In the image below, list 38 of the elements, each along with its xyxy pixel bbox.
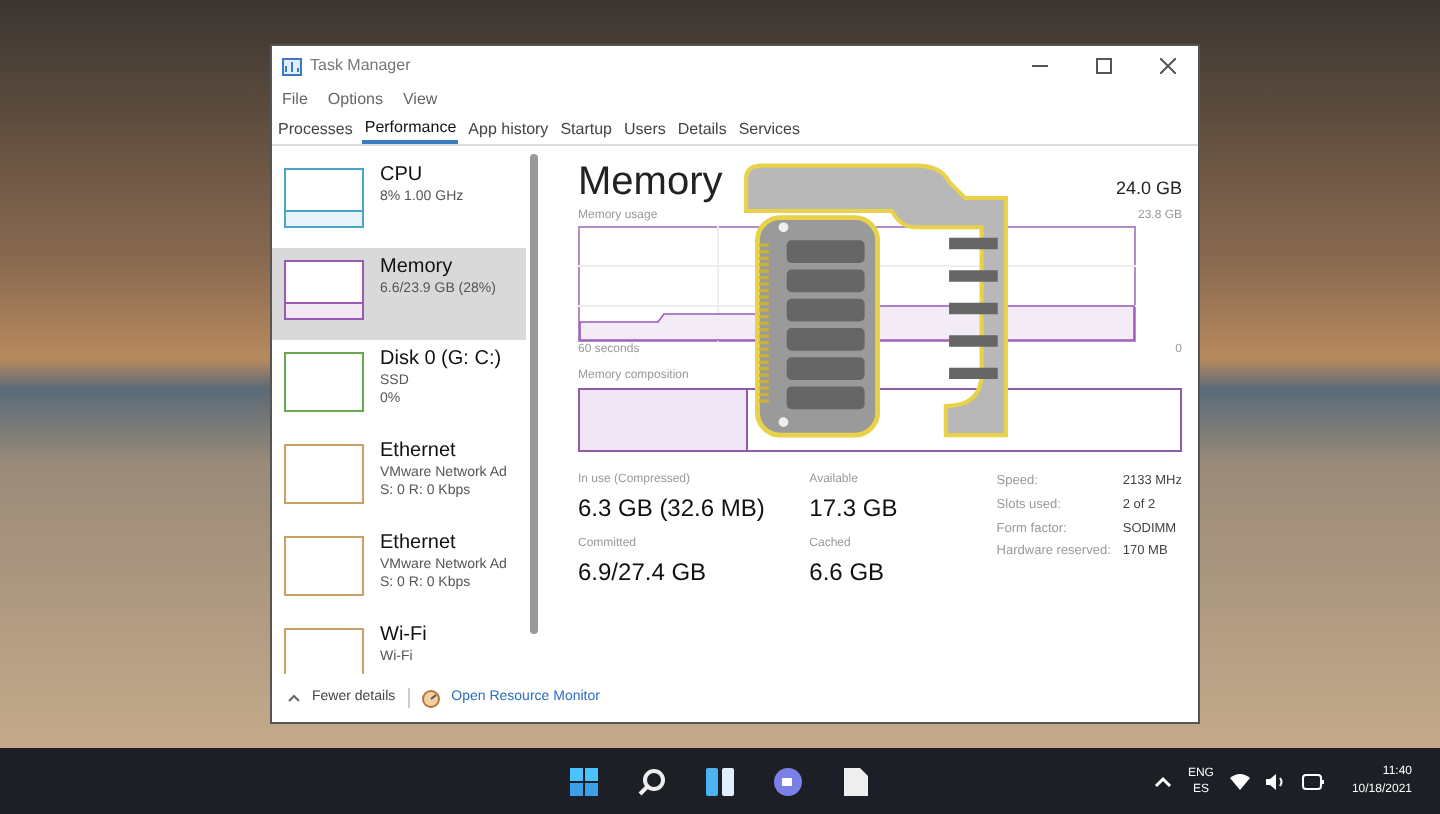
item-title: Disk 0 (G: C:) — [380, 348, 502, 372]
window-title: Task Manager — [310, 54, 411, 78]
speaker-icon[interactable] — [1265, 773, 1286, 789]
tab[interactable]: Performance — [362, 115, 459, 143]
stat-value: 6.9/27.4 GB — [578, 558, 709, 588]
item-title: CPU — [380, 164, 425, 188]
menu-item[interactable]: View — [402, 88, 438, 112]
stat-value: 17.3 GB — [809, 494, 900, 524]
tab[interactable]: Processes — [276, 117, 355, 141]
tab[interactable]: Services — [736, 117, 803, 141]
menu-item[interactable]: Options — [327, 88, 383, 112]
item-title: Memory — [380, 256, 455, 280]
memory-total: 24.0 GB — [1115, 175, 1182, 201]
document-icon[interactable] — [844, 767, 868, 795]
chat-icon[interactable] — [774, 767, 804, 795]
menu-item[interactable]: File — [282, 88, 308, 112]
battery-icon[interactable] — [1301, 773, 1324, 789]
close-icon[interactable] — [1160, 58, 1176, 74]
tab[interactable]: Users — [621, 117, 668, 141]
item-title: Ethernet — [380, 440, 458, 464]
stat-value: 6.6 GB — [809, 558, 887, 588]
chevron-up-icon[interactable] — [1153, 775, 1172, 787]
tab[interactable]: Startup — [558, 117, 614, 141]
chart-icon — [282, 57, 302, 75]
tab[interactable]: App history — [466, 117, 551, 141]
wifi-icon[interactable] — [1229, 773, 1250, 789]
caret-icon — [288, 694, 300, 702]
stat-value: 6.3 GB (32.6 MB) — [578, 494, 767, 524]
maximize-icon[interactable] — [1096, 58, 1112, 74]
scrollbar[interactable] — [530, 154, 538, 634]
search-icon[interactable] — [638, 767, 666, 795]
gauge-icon — [421, 689, 440, 707]
tab[interactable]: Details — [675, 117, 729, 141]
start-icon[interactable] — [570, 767, 598, 795]
widgets-icon[interactable] — [706, 767, 734, 795]
item-title: Wi-Fi — [380, 624, 427, 648]
item-title: Ethernet — [380, 532, 458, 556]
memory-heading: Memory — [578, 158, 723, 206]
